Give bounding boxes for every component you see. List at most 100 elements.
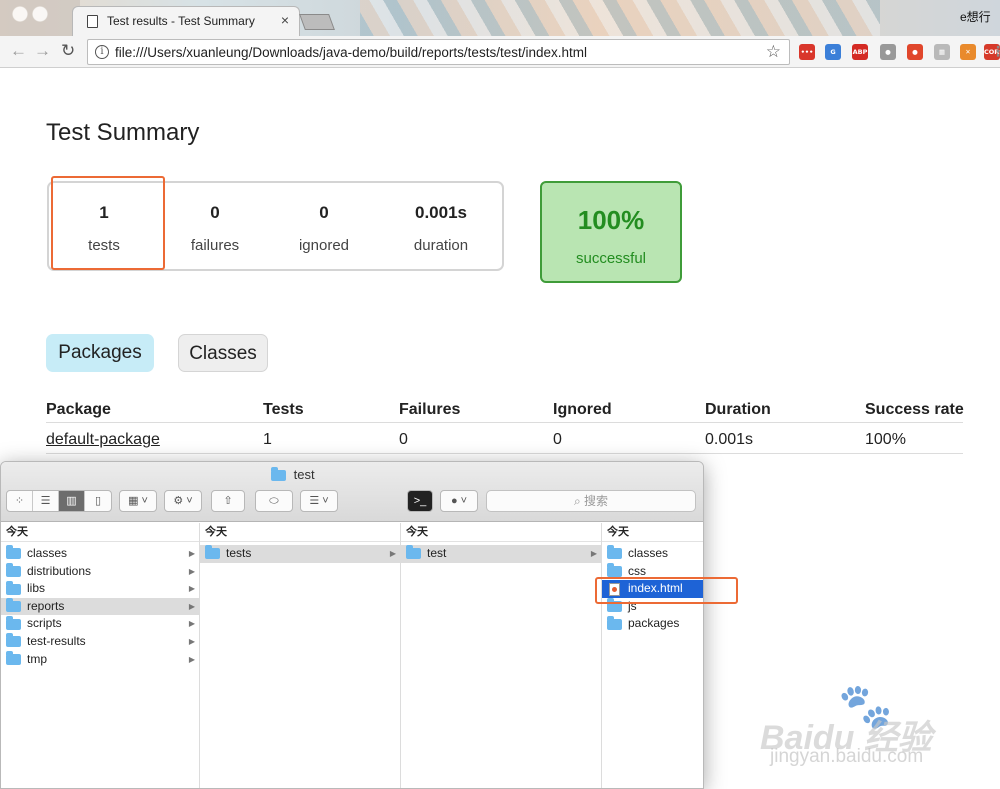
counter-value: 0 [319, 203, 329, 222]
finder-column: 今天 classes css index.html js packages [602, 523, 703, 788]
finder-item-tmp[interactable]: tmp ▶ [1, 650, 199, 669]
annotation-highlight-box [51, 176, 165, 270]
browser-tab-active[interactable]: Test results - Test Summary × [72, 6, 300, 36]
package-link[interactable]: default-package [46, 431, 160, 449]
abp-extension-icon[interactable]: ABP [852, 44, 868, 60]
address-bar[interactable]: i file:///Users/xuanleung/Downloads/java… [87, 39, 790, 65]
disclosure-arrow-icon: ▶ [389, 549, 396, 558]
tags-button[interactable]: ⬭ [255, 490, 293, 512]
counter-value: 0.001s [415, 203, 467, 222]
page-info-icon[interactable]: i [95, 45, 109, 59]
share-button[interactable]: ⇧ [211, 490, 245, 512]
back-arrow-icon[interactable]: ← [10, 41, 27, 61]
terminal-icon[interactable]: >_ [407, 490, 433, 512]
new-tab-button[interactable] [299, 14, 335, 30]
column-date-header: 今天 [200, 523, 400, 542]
column-date-header: 今天 [401, 523, 601, 542]
success-rate-box: 100% successful [540, 181, 682, 283]
circle-extension-icon[interactable]: ● [880, 44, 896, 60]
arrange-button[interactable]: ▦ ˅ [119, 490, 157, 512]
finder-item-reports[interactable]: reports ▶ [1, 597, 199, 616]
finder-item-label: scripts [27, 616, 62, 631]
finder-item-tests[interactable]: tests ▶ [200, 545, 400, 563]
counter-label: failures [190, 237, 240, 254]
finder-search-input[interactable]: ⌕ 搜索 [486, 490, 696, 512]
finder-item-label: test [427, 546, 447, 561]
disclosure-arrow-icon: ▶ [188, 636, 195, 646]
menu-icon[interactable]: ⋮ [991, 44, 1000, 60]
finder-titlebar: test ⁘ ☰ ▥ ▯ ▦ ˅ ⚙ ˅ ⇧ ⬭ ☰ ˅ >_ ● ˅ ⌕ 搜索 [1, 462, 703, 522]
success-rate-value: 100% [577, 205, 645, 235]
bookmark-star-icon[interactable]: ☆ [766, 42, 781, 62]
finder-item-distributions[interactable]: distributions ▶ [1, 562, 199, 581]
folder-icon [205, 545, 220, 560]
theme-decoration [0, 0, 80, 36]
finder-item-libs[interactable]: libs ▶ [1, 580, 199, 598]
disclosure-arrow-icon: ▶ [188, 549, 195, 558]
finder-item-label: reports [27, 598, 65, 613]
sort-button[interactable]: ☰ ˅ [300, 490, 338, 512]
folder-icon [607, 562, 622, 577]
folder-icon [406, 545, 421, 560]
reload-icon[interactable]: ↻ [61, 41, 75, 61]
folder-icon [6, 580, 21, 595]
finder-item-label: classes [628, 546, 669, 561]
folder-icon [607, 615, 622, 630]
dots-extension-icon[interactable]: ••• [799, 44, 815, 60]
profile-label[interactable]: e想行 [960, 8, 1000, 28]
column-header-ignored: Ignored [553, 401, 612, 418]
tab-classes[interactable]: Classes [178, 334, 268, 372]
finder-item-label: tests [226, 546, 252, 561]
page-title: Test Summary [46, 119, 200, 146]
record-extension-icon[interactable]: ● [907, 44, 923, 60]
disclosure-arrow-icon: ▶ [188, 654, 195, 664]
finder-item-label: tmp [27, 651, 48, 666]
tool-dropdown-button[interactable]: ● ˅ [440, 490, 478, 512]
column-date-header: 今天 [602, 523, 703, 542]
success-rate-label: successful [575, 250, 647, 267]
counter-label: ignored [298, 237, 350, 254]
close-tab-icon[interactable]: × [281, 12, 289, 28]
column-header-failures: Failures [399, 401, 461, 418]
search-icon: ⌕ [573, 494, 581, 508]
list-view-icon[interactable]: ☰ [33, 491, 59, 511]
disclosure-arrow-icon: ▶ [188, 566, 195, 576]
finder-item-scripts[interactable]: scripts ▶ [1, 615, 199, 633]
table-cell: 100% [865, 431, 906, 448]
column-view-icon[interactable]: ▥ [59, 491, 85, 511]
forward-arrow-icon[interactable]: → [34, 41, 51, 61]
finder-item-test[interactable]: test ▶ [401, 545, 601, 563]
finder-item-classes[interactable]: classes [602, 545, 703, 563]
finder-item-label: distributions [27, 563, 92, 578]
action-gear-button[interactable]: ⚙ ˅ [164, 490, 202, 512]
table-cell: 1 [263, 431, 272, 448]
table-row: default-package 1 0 0 0.001s 100% [46, 423, 963, 454]
baidu-watermark: 🐾 Baidu 经验 jingyan.baidu.com [760, 680, 990, 780]
table-cell: 0 [553, 431, 562, 448]
finder-column: 今天 classes ▶ distributions ▶ libs ▶ reports ▶ scr… [1, 523, 200, 788]
icon-view-icon[interactable]: ⁘ [7, 491, 33, 511]
folder-icon [6, 615, 21, 630]
address-url[interactable]: file:///Users/xuanleung/Downloads/java-d… [115, 45, 587, 60]
disclosure-arrow-icon: ▶ [188, 584, 195, 594]
finder-window: test ⁘ ☰ ▥ ▯ ▦ ˅ ⚙ ˅ ⇧ ⬭ ☰ ˅ >_ ● ˅ ⌕ 搜索 今天… [0, 461, 704, 789]
folder-icon [6, 545, 21, 560]
gallery-view-icon[interactable]: ▯ [85, 491, 111, 511]
column-header-success-rate: Success rate [865, 401, 964, 418]
finder-item-packages[interactable]: packages [602, 615, 703, 633]
folder-icon [6, 562, 21, 577]
disclosure-arrow-icon: ▶ [590, 549, 597, 558]
folder-icon [6, 598, 21, 613]
table-header-row: Package Tests Failures Ignored Duration … [46, 398, 964, 423]
translate-extension-icon[interactable]: G [825, 44, 841, 60]
browser-toolbar: ← → ↻ i file:///Users/xuanleung/Download… [0, 36, 1000, 68]
column-header-duration: Duration [705, 401, 771, 418]
grid-extension-icon[interactable]: ▦ [934, 44, 950, 60]
finder-item-classes[interactable]: classes ▶ [1, 545, 199, 563]
finder-window-title: test [271, 467, 315, 482]
folder-icon [6, 633, 21, 648]
disclosure-arrow-icon: ▶ [188, 601, 195, 611]
tab-packages[interactable]: Packages [46, 334, 154, 372]
finder-item-test-results[interactable]: test-results ▶ [1, 633, 199, 651]
cross-extension-icon[interactable]: ✕ [960, 44, 976, 60]
